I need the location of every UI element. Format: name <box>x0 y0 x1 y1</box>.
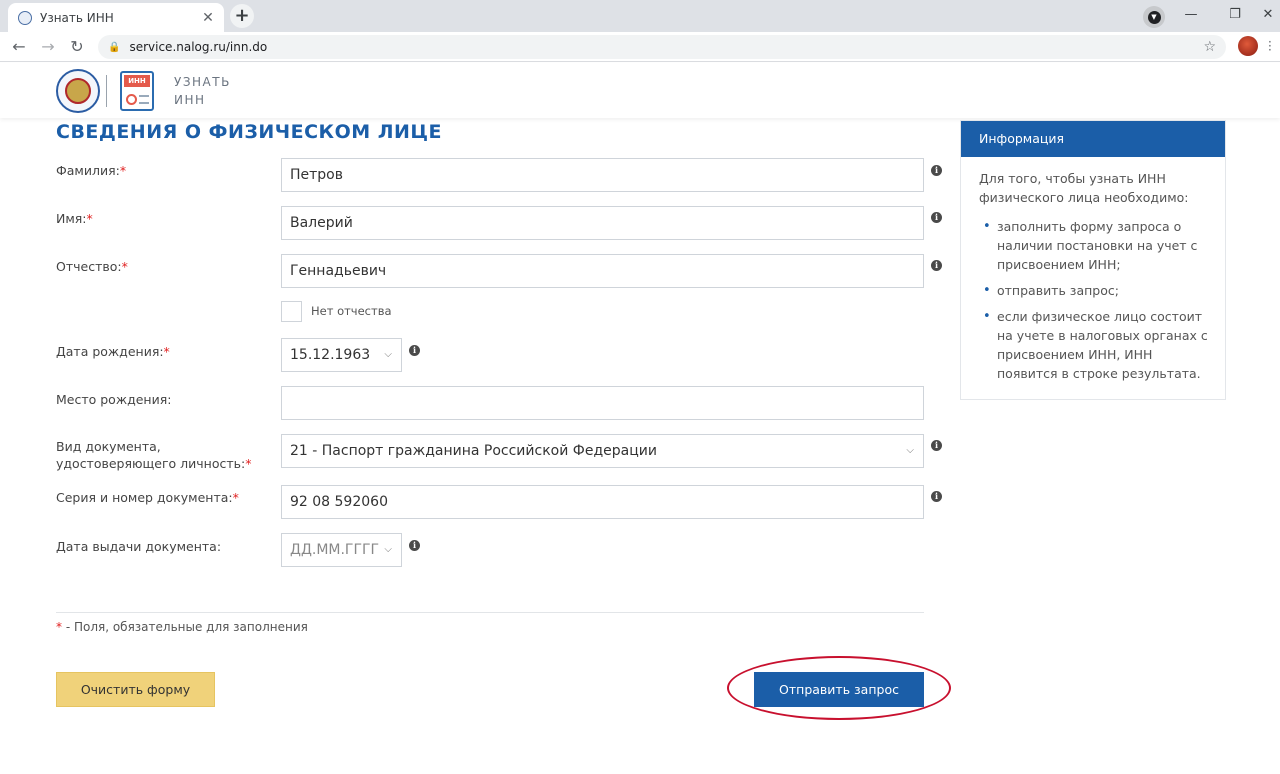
address-bar[interactable]: 🔒 service.nalog.ru/inn.do ☆ <box>98 35 1226 59</box>
surname-label: Фамилия:* <box>56 163 127 178</box>
fns-emblem-logo[interactable] <box>56 69 100 113</box>
doc-type-label: Вид документа, удостоверяющего личность:… <box>56 439 252 471</box>
list-item: если физическое лицо состоит на учете в … <box>981 307 1211 383</box>
doc-type-select[interactable]: 21 - Паспорт гражданина Российской Федер… <box>281 434 924 468</box>
document-lines-icon <box>139 95 149 104</box>
back-arrow-icon[interactable]: ← <box>8 36 30 58</box>
doc-issue-date-label: Дата выдачи документа: <box>56 539 222 554</box>
forward-arrow-icon[interactable]: → <box>37 36 59 58</box>
list-item: отправить запрос; <box>981 281 1211 300</box>
doc-number-input[interactable]: 92 08 592060 <box>281 485 924 519</box>
service-title: УЗНАТЬ ИНН <box>174 73 231 109</box>
extension-icon[interactable]: ▼ <box>1143 6 1165 28</box>
info-panel: Информация Для того, чтобы узнать ИНН фи… <box>960 120 1226 400</box>
name-input[interactable]: Валерий <box>281 206 924 240</box>
surname-info-icon[interactable]: i <box>931 165 942 176</box>
info-panel-intro: Для того, чтобы узнать ИНН физического л… <box>979 171 1189 205</box>
required-fields-note: * - Поля, обязательные для заполнения <box>56 620 308 634</box>
name-info-icon[interactable]: i <box>931 212 942 223</box>
bookmark-star-icon[interactable]: ☆ <box>1203 39 1216 55</box>
birth-date-label: Дата рождения:* <box>56 344 170 359</box>
birth-date-info-icon[interactable]: i <box>409 345 420 356</box>
doc-number-label: Серия и номер документа:* <box>56 490 239 505</box>
doc-issue-date-picker[interactable]: ДД.ММ.ГГГГ ⌵ <box>281 533 402 567</box>
submit-highlight-ellipse <box>727 656 951 720</box>
info-panel-list: заполнить форму запроса о наличии постан… <box>981 217 1211 383</box>
site-header: ИНН УЗНАТЬ ИНН <box>0 63 1280 118</box>
seal-icon <box>126 94 137 105</box>
inn-badge: ИНН <box>124 75 150 87</box>
page-title: СВЕДЕНИЯ О ФИЗИЧЕСКОМ ЛИЦЕ <box>56 121 443 143</box>
list-item: заполнить форму запроса о наличии постан… <box>981 217 1211 274</box>
doc-type-info-icon[interactable]: i <box>931 440 942 451</box>
browser-menu-icon[interactable]: · · · <box>1268 36 1272 56</box>
new-tab-button[interactable]: + <box>230 4 254 28</box>
lock-icon: 🔒 <box>108 41 121 53</box>
birth-place-label: Место рождения: <box>56 392 172 407</box>
clear-form-button[interactable]: Очистить форму <box>56 672 215 707</box>
header-divider <box>106 75 107 107</box>
service-title-line1: УЗНАТЬ <box>174 75 231 89</box>
service-title-line2: ИНН <box>174 93 206 107</box>
tab-title: Узнать ИНН <box>40 10 114 25</box>
reload-icon[interactable]: ↻ <box>66 36 88 58</box>
info-panel-title: Информация <box>961 121 1225 157</box>
browser-toolbar: ← → ↻ 🔒 service.nalog.ru/inn.do ☆ <box>0 32 1280 62</box>
doc-number-info-icon[interactable]: i <box>931 491 942 502</box>
chevron-down-icon: ⌵ <box>384 349 392 360</box>
browser-tab[interactable]: Узнать ИНН ✕ <box>8 3 224 32</box>
fns-favicon-icon <box>18 10 32 25</box>
browser-tab-bar: Узнать ИНН ✕ + ▼ — ❐ ✕ <box>0 0 1280 32</box>
chevron-down-icon: ⌵ <box>906 445 914 456</box>
doc-issue-date-info-icon[interactable]: i <box>409 540 420 551</box>
patronymic-input[interactable]: Геннадьевич <box>281 254 924 288</box>
birth-date-value: 15.12.1963 <box>290 347 371 363</box>
tab-close-icon[interactable]: ✕ <box>200 10 216 26</box>
form-divider <box>56 612 924 613</box>
doc-type-value: 21 - Паспорт гражданина Российской Федер… <box>290 443 657 459</box>
window-maximize-button[interactable]: ❐ <box>1212 4 1258 28</box>
url-text[interactable]: service.nalog.ru/inn.do <box>129 40 1203 54</box>
inn-document-icon: ИНН <box>120 71 154 111</box>
name-label: Имя:* <box>56 211 93 226</box>
window-close-button[interactable]: ✕ <box>1256 4 1280 28</box>
surname-input[interactable]: Петров <box>281 158 924 192</box>
patronymic-label: Отчество:* <box>56 259 128 274</box>
patronymic-info-icon[interactable]: i <box>931 260 942 271</box>
chevron-down-icon: ⌵ <box>384 544 392 555</box>
no-patronymic-checkbox[interactable] <box>281 301 302 322</box>
profile-avatar[interactable] <box>1238 36 1258 56</box>
birth-place-input[interactable] <box>281 386 924 420</box>
no-patronymic-label[interactable]: Нет отчества <box>311 304 392 318</box>
doc-issue-date-placeholder: ДД.ММ.ГГГГ <box>290 542 380 558</box>
birth-date-picker[interactable]: 15.12.1963 ⌵ <box>281 338 402 372</box>
window-minimize-button[interactable]: — <box>1168 4 1214 28</box>
